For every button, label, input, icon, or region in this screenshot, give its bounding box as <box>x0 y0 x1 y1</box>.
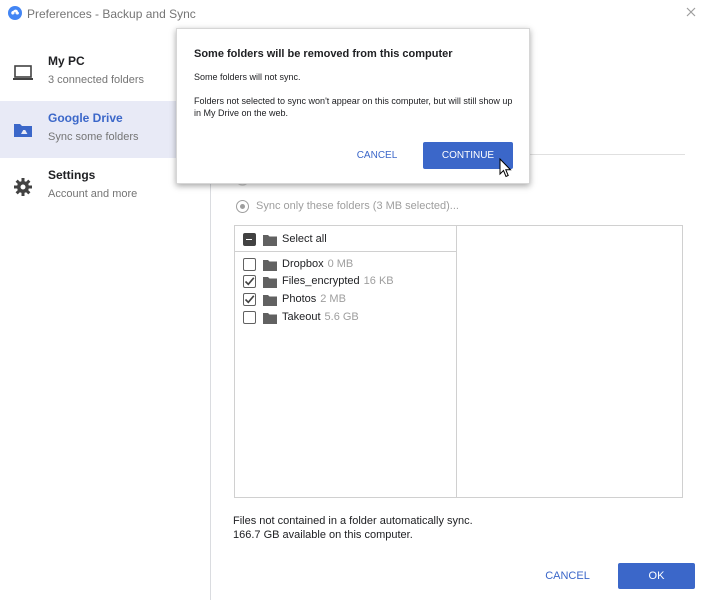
footer-note: Files not contained in a folder automati… <box>233 514 473 542</box>
window-title: Preferences - Backup and Sync <box>27 7 196 21</box>
folder-checkbox[interactable] <box>243 275 256 288</box>
sidebar-item-title: Settings <box>48 168 96 182</box>
sidebar-item-subtitle: Sync some folders <box>48 131 139 143</box>
select-all-checkbox[interactable] <box>243 233 256 246</box>
folder-icon <box>263 235 277 246</box>
checkmark-icon <box>244 295 255 304</box>
remove-folders-dialog: Some folders will be removed from this c… <box>176 28 530 184</box>
dialog-cancel-button[interactable]: CANCEL <box>355 143 399 169</box>
sidebar-item-subtitle: 3 connected folders <box>48 74 145 86</box>
folder-name: Takeout <box>282 311 321 323</box>
radio-label: Sync only these folders (3 MB selected).… <box>256 200 459 212</box>
folder-row-photos[interactable]: Photos 2 MB <box>235 292 457 309</box>
folder-size: 16 KB <box>363 275 394 287</box>
dialog-title: Some folders will be removed from this c… <box>194 48 453 60</box>
gear-icon <box>14 178 32 196</box>
folder-icon <box>263 260 277 271</box>
select-all-label: Select all <box>282 233 327 245</box>
mouse-cursor-icon <box>499 158 512 178</box>
drive-folder-icon <box>14 124 32 137</box>
cancel-button[interactable]: CANCEL <box>542 563 593 589</box>
folder-row-takeout[interactable]: Takeout 5.6 GB <box>235 310 457 327</box>
folder-size: 5.6 GB <box>324 311 359 323</box>
folder-preview-pane <box>458 226 682 497</box>
select-all-row[interactable]: Select all <box>235 232 457 252</box>
folder-checkbox[interactable] <box>243 311 256 324</box>
dialog-message: Some folders will not sync. <box>194 72 301 82</box>
folder-tree: Select all Dropbox 0 MB Files_encrypted … <box>234 225 683 498</box>
storage-available-text: 166.7 GB available on this computer. <box>233 529 413 541</box>
sidebar-item-title: Google Drive <box>48 111 123 125</box>
folder-checkbox[interactable] <box>243 258 256 271</box>
folder-size: 0 MB <box>327 258 354 270</box>
sidebar-item-title: My PC <box>48 54 85 68</box>
dialog-detail: Folders not selected to sync won't appea… <box>194 96 513 118</box>
laptop-icon <box>13 65 33 80</box>
checkmark-icon <box>244 277 255 286</box>
folder-row-dropbox[interactable]: Dropbox 0 MB <box>235 257 457 274</box>
folder-name: Photos <box>282 293 317 305</box>
folder-list: Select all Dropbox 0 MB Files_encrypted … <box>235 226 457 497</box>
folder-size: 2 MB <box>320 293 346 305</box>
radio-button[interactable] <box>236 200 249 213</box>
folder-name: Files_encrypted <box>282 275 360 287</box>
folder-row-files-encrypted[interactable]: Files_encrypted 16 KB <box>235 274 457 291</box>
folder-icon <box>263 295 277 306</box>
folder-name: Dropbox <box>282 258 324 270</box>
folder-icon <box>263 277 277 288</box>
folder-checkbox[interactable] <box>243 293 256 306</box>
ok-button[interactable]: OK <box>618 563 695 589</box>
backup-and-sync-icon <box>8 6 22 20</box>
sidebar-item-subtitle: Account and more <box>48 188 138 200</box>
folder-icon <box>263 313 277 324</box>
footer-note-line: Files not contained in a folder automati… <box>233 515 473 527</box>
